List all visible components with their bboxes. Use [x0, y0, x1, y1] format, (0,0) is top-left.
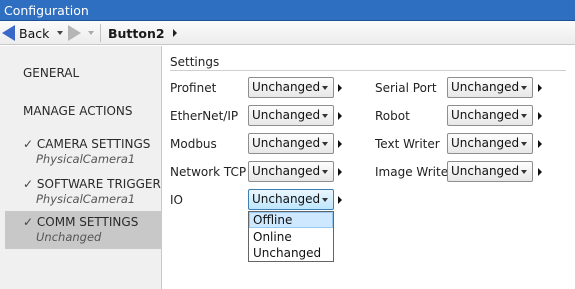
text-writer-expand-arrow-icon[interactable]	[538, 140, 542, 148]
chevron-down-icon	[322, 142, 328, 146]
serial-port-label: Serial Port	[375, 81, 437, 95]
settings-header: Settings	[170, 55, 220, 69]
serial-port-value: Unchanged	[451, 80, 520, 94]
network-tcp-label: Network TCP	[170, 165, 247, 179]
sidebar-item-label: SOFTWARE TRIGGER	[36, 177, 161, 191]
profinet-expand-arrow-icon[interactable]	[338, 84, 342, 92]
image-writer-value: Unchanged	[451, 164, 520, 178]
image-writer-select[interactable]: Unchanged	[447, 161, 533, 182]
sidebar: GENERAL MANAGE ACTIONS ✓ CAMERA SETTINGS…	[0, 46, 162, 289]
io-value: Unchanged	[252, 192, 321, 206]
back-label: Back	[19, 25, 50, 41]
io-expand-arrow-icon[interactable]	[338, 196, 342, 204]
chevron-down-icon	[88, 31, 94, 35]
forward-arrow-icon[interactable]	[68, 25, 81, 41]
chevron-down-icon	[322, 114, 328, 118]
sidebar-item-label: GENERAL	[23, 66, 80, 80]
settings-divider	[170, 70, 566, 71]
modbus-select[interactable]: Unchanged	[248, 133, 334, 154]
io-select[interactable]: Unchanged	[248, 189, 334, 210]
navigation-bar: Back Button2	[0, 21, 575, 45]
checkmark-icon: ✓	[23, 177, 34, 191]
breadcrumb-item: Button2	[108, 25, 165, 41]
ethernet-ip-expand-arrow-icon[interactable]	[338, 112, 342, 120]
modbus-label: Modbus	[170, 137, 217, 151]
chevron-down-icon	[322, 198, 328, 202]
back-history-dropdown[interactable]	[57, 31, 63, 35]
text-writer-value: Unchanged	[451, 136, 520, 150]
io-option-unchanged[interactable]: Unchanged	[249, 245, 333, 261]
robot-select[interactable]: Unchanged	[447, 105, 533, 126]
forward-history-dropdown[interactable]	[88, 31, 94, 35]
chevron-down-icon	[521, 142, 527, 146]
sidebar-item-sublabel: PhysicalCamera1	[36, 192, 136, 206]
text-writer-select[interactable]: Unchanged	[447, 133, 533, 154]
sidebar-item-camera-settings[interactable]: ✓ CAMERA SETTINGS PhysicalCamera1	[5, 136, 161, 166]
profinet-label: Profinet	[170, 81, 217, 95]
chevron-down-icon	[521, 86, 527, 90]
checkmark-icon: ✓	[23, 137, 34, 151]
sidebar-item-comm-settings[interactable]: ✓ COMM SETTINGS Unchanged	[5, 211, 161, 249]
checkmark-icon: ✓	[23, 215, 34, 229]
sidebar-item-sublabel: PhysicalCamera1	[36, 152, 136, 166]
back-arrow-icon	[2, 25, 15, 41]
io-option-online[interactable]: Online	[249, 229, 333, 245]
chevron-down-icon	[322, 86, 328, 90]
profinet-select[interactable]: Unchanged	[248, 77, 334, 98]
sidebar-item-general[interactable]: GENERAL	[5, 65, 161, 81]
ethernet-ip-value: Unchanged	[252, 108, 321, 122]
ethernet-ip-label: EtherNet/IP	[170, 109, 239, 123]
serial-port-expand-arrow-icon[interactable]	[538, 84, 542, 92]
sidebar-item-label: COMM SETTINGS	[36, 215, 139, 229]
breadcrumb-chevron-right-icon[interactable]	[172, 29, 177, 37]
image-writer-expand-arrow-icon[interactable]	[538, 168, 542, 176]
sidebar-item-manage-actions[interactable]: MANAGE ACTIONS	[5, 103, 161, 119]
chevron-down-icon	[322, 170, 328, 174]
robot-value: Unchanged	[451, 108, 520, 122]
sidebar-item-label: MANAGE ACTIONS	[23, 104, 133, 118]
serial-port-select[interactable]: Unchanged	[447, 77, 533, 98]
text-writer-label: Text Writer	[375, 137, 440, 151]
profinet-value: Unchanged	[252, 80, 321, 94]
chevron-down-icon	[521, 170, 527, 174]
window-titlebar: Configuration	[0, 0, 575, 21]
robot-label: Robot	[375, 109, 410, 123]
network-tcp-expand-arrow-icon[interactable]	[338, 168, 342, 176]
io-dropdown-list: Offline Online Unchanged	[248, 211, 334, 262]
modbus-value: Unchanged	[252, 136, 321, 150]
robot-expand-arrow-icon[interactable]	[538, 112, 542, 120]
network-tcp-value: Unchanged	[252, 164, 321, 178]
sidebar-item-software-trigger[interactable]: ✓ SOFTWARE TRIGGER PhysicalCamera1	[5, 176, 161, 206]
sidebar-item-label: CAMERA SETTINGS	[36, 137, 151, 151]
back-button[interactable]: Back	[2, 23, 49, 43]
ethernet-ip-select[interactable]: Unchanged	[248, 105, 334, 126]
sidebar-item-sublabel: Unchanged	[36, 230, 102, 244]
chevron-down-icon	[57, 31, 63, 35]
io-label: IO	[170, 193, 183, 207]
breadcrumb[interactable]: Button2	[108, 24, 177, 42]
network-tcp-select[interactable]: Unchanged	[248, 161, 334, 182]
io-option-offline[interactable]: Offline	[249, 212, 333, 228]
chevron-down-icon	[521, 114, 527, 118]
modbus-expand-arrow-icon[interactable]	[338, 140, 342, 148]
image-writer-label: Image Writer	[375, 165, 454, 179]
nav-divider	[100, 24, 101, 42]
window-title: Configuration	[4, 3, 89, 18]
